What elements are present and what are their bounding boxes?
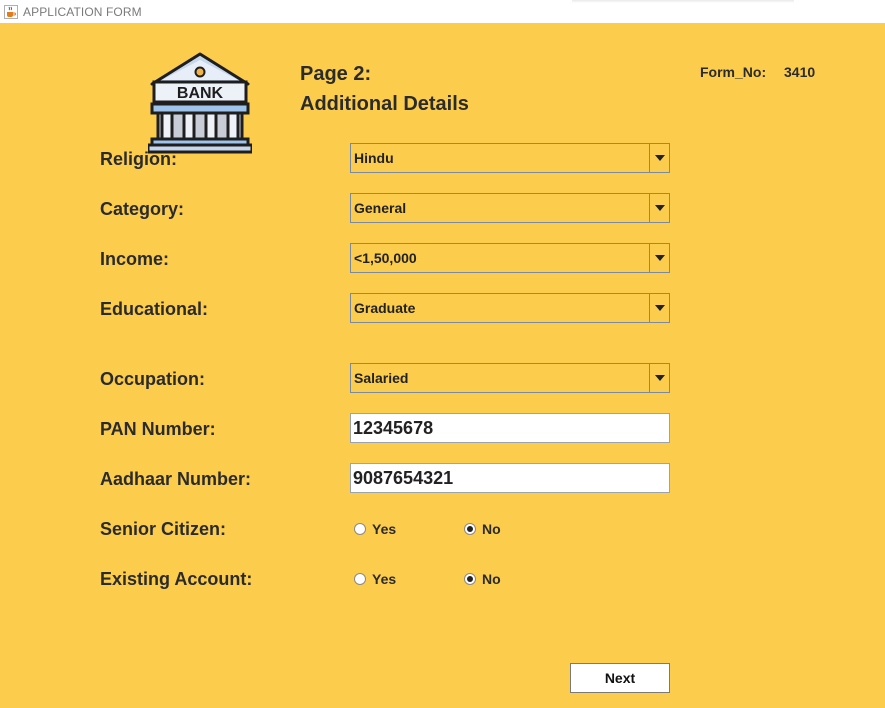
senior-citizen-label: Senior Citizen: xyxy=(100,519,227,539)
bank-logo-text: BANK xyxy=(177,85,224,102)
senior-citizen-no-radio[interactable]: No xyxy=(464,521,501,537)
radio-unselected-icon[interactable] xyxy=(354,523,366,535)
religion-dropdown[interactable]: Hindu xyxy=(350,143,670,173)
chevron-down-icon[interactable] xyxy=(649,294,669,322)
chevron-down-icon[interactable] xyxy=(649,194,669,222)
titlebar-shadow xyxy=(572,0,794,3)
income-label: Income: xyxy=(100,249,170,269)
radio-unselected-icon[interactable] xyxy=(354,573,366,585)
radio-label: Yes xyxy=(372,571,397,587)
category-value: General xyxy=(354,200,407,216)
radio-label: No xyxy=(482,571,501,587)
aadhaar-label: Aadhaar Number: xyxy=(100,469,252,489)
form-no-value: 3410 xyxy=(784,64,816,80)
occupation-label: Occupation: xyxy=(100,369,206,389)
form-no-label: Form_No: xyxy=(700,64,767,80)
senior-citizen-yes-radio[interactable]: Yes xyxy=(354,521,396,537)
existing-account-yes-radio[interactable]: Yes xyxy=(354,571,396,587)
occupation-dropdown[interactable]: Salaried xyxy=(350,363,670,393)
pan-label: PAN Number: xyxy=(100,419,216,439)
window-title: APPLICATION FORM xyxy=(23,4,142,19)
education-value: Graduate xyxy=(354,300,416,316)
page-title: Additional Details xyxy=(300,93,469,115)
chevron-down-icon[interactable] xyxy=(649,144,669,172)
category-label: Category: xyxy=(100,199,185,219)
income-dropdown[interactable]: <1,50,000 xyxy=(350,243,670,273)
aadhaar-input[interactable]: 9087654321 xyxy=(350,463,670,493)
religion-value: Hindu xyxy=(354,150,394,166)
radio-selected-icon[interactable] xyxy=(464,523,476,535)
income-value: <1,50,000 xyxy=(354,250,417,266)
existing-account-label: Existing Account: xyxy=(100,569,253,589)
radio-label: Yes xyxy=(372,521,397,537)
occupation-value: Salaried xyxy=(354,370,409,386)
bank-icon: BANK xyxy=(148,52,252,154)
next-button[interactable]: Next xyxy=(570,663,670,693)
radio-selected-icon[interactable] xyxy=(464,573,476,585)
page-number: Page 2: xyxy=(300,63,372,85)
religion-label: Religion: xyxy=(100,149,177,169)
radio-label: No xyxy=(482,521,501,537)
pan-input[interactable]: 12345678 xyxy=(350,413,670,443)
existing-account-no-radio[interactable]: No xyxy=(464,571,501,587)
title-bar: APPLICATION FORM xyxy=(0,0,885,23)
java-cup-icon xyxy=(4,4,18,19)
form-panel: BANK Page 2: Additional Details Form_No:… xyxy=(0,23,885,708)
chevron-down-icon[interactable] xyxy=(649,244,669,272)
education-dropdown[interactable]: Graduate xyxy=(350,293,670,323)
category-dropdown[interactable]: General xyxy=(350,193,670,223)
chevron-down-icon[interactable] xyxy=(649,364,669,392)
education-label: Educational: xyxy=(100,299,209,319)
